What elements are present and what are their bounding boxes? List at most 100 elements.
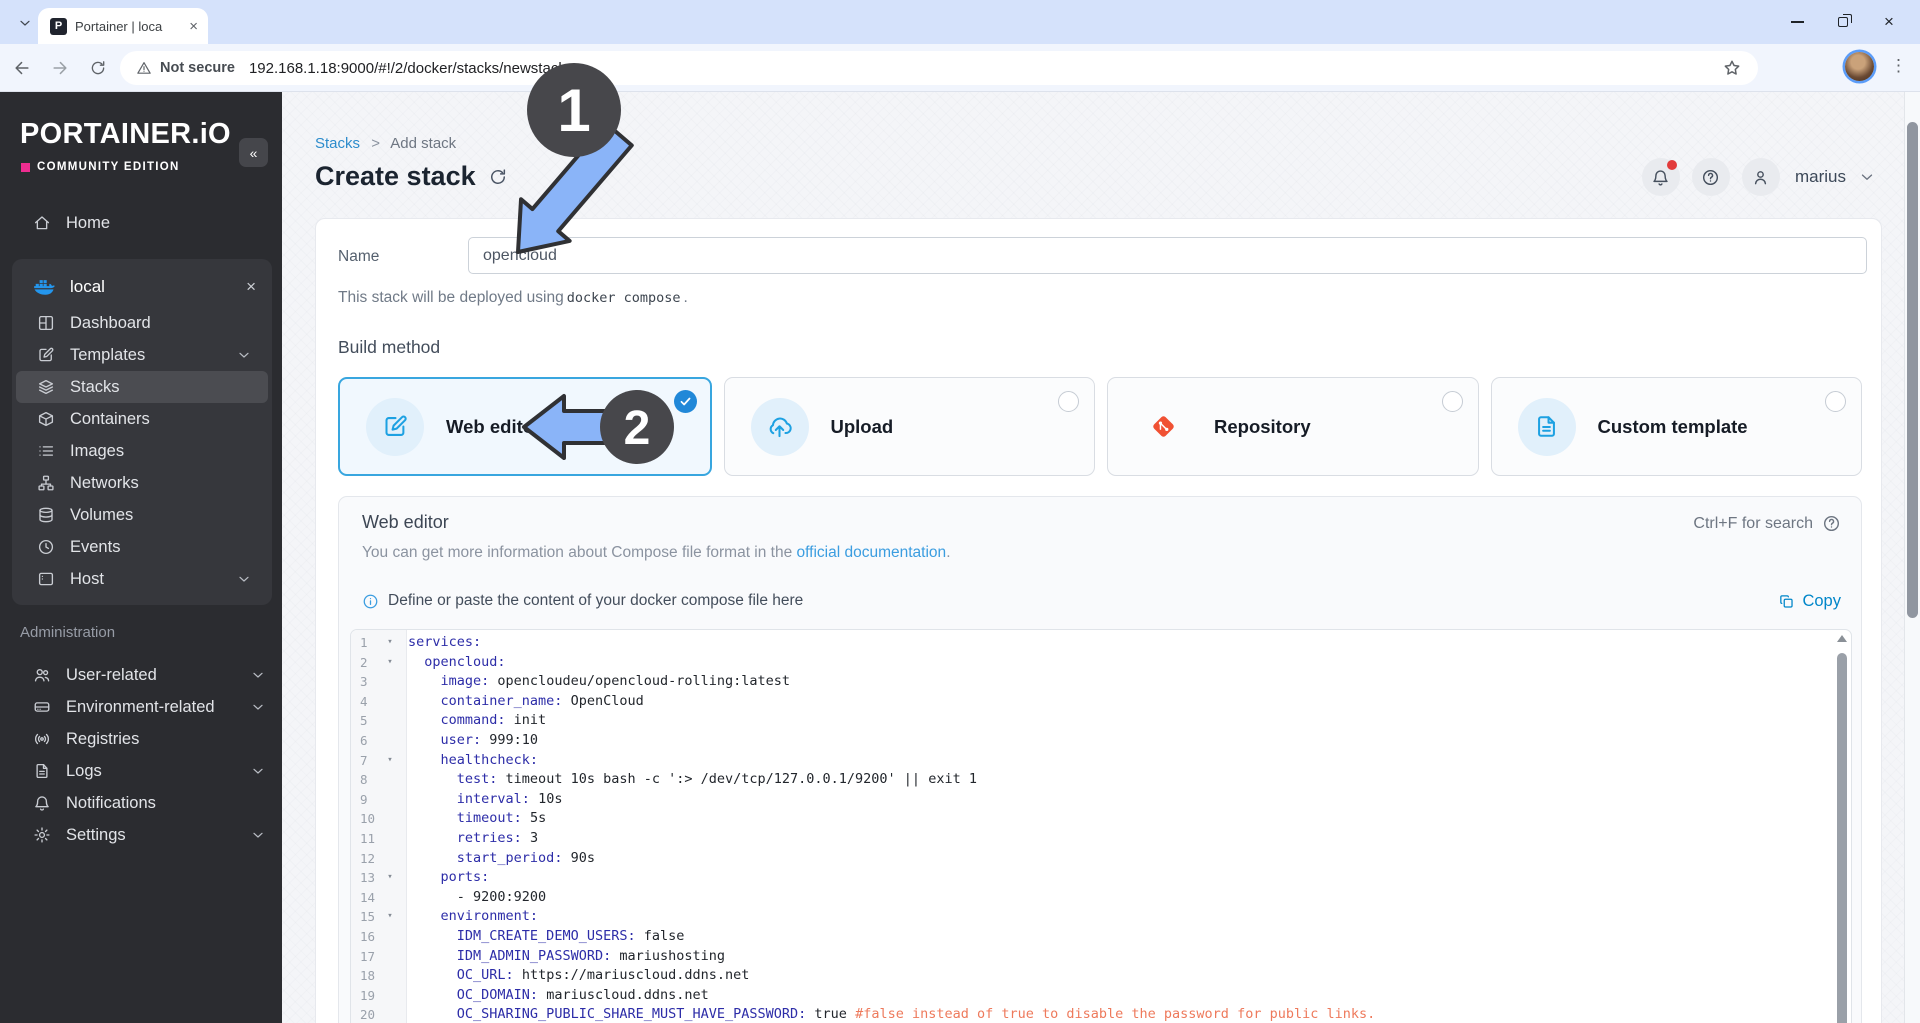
notifications-bell-button[interactable] xyxy=(1641,158,1680,196)
breadcrumb-stacks-link[interactable]: Stacks xyxy=(315,135,360,152)
create-stack-card: Name This stack will be deployed usingdo… xyxy=(315,218,1882,1023)
dashboard-icon xyxy=(36,313,56,333)
radio-button[interactable] xyxy=(1825,391,1846,412)
sidebar-item-label: Environment-related xyxy=(66,697,215,716)
code-text: container_name: OpenCloud xyxy=(440,692,644,709)
sidebar-item-images[interactable]: Images xyxy=(16,435,268,467)
sidebar-collapse-button[interactable]: « xyxy=(239,138,268,167)
window-close-button[interactable]: × xyxy=(1866,0,1912,44)
security-chip[interactable]: Not secure xyxy=(136,60,249,76)
bookmark-star-icon[interactable] xyxy=(1722,58,1742,78)
fold-arrow-icon[interactable]: ▾ xyxy=(381,751,399,771)
help-button[interactable] xyxy=(1691,158,1730,196)
official-documentation-link[interactable]: official documentation xyxy=(797,544,947,561)
sidebar-item-settings[interactable]: Settings xyxy=(0,819,282,851)
line-number: 18 xyxy=(360,968,376,984)
sidebar-item-templates[interactable]: Templates xyxy=(16,339,268,371)
back-button[interactable] xyxy=(2,48,42,88)
sidebar-item-networks[interactable]: Networks xyxy=(16,467,268,499)
editor-scrollbar[interactable] xyxy=(1836,635,1848,1023)
sidebar-item-dashboard[interactable]: Dashboard xyxy=(16,307,268,339)
fold-arrow-icon[interactable]: ▾ xyxy=(381,868,399,888)
sidebar-item-label: Home xyxy=(66,213,111,232)
sidebar-item-notifications[interactable]: Notifications xyxy=(0,787,282,819)
forward-button[interactable] xyxy=(40,48,80,88)
community-edition-label: COMMUNITY EDITION xyxy=(21,161,180,173)
line-number: 20 xyxy=(360,1007,376,1023)
code-text: user: 999:10 xyxy=(440,731,539,748)
security-label: Not secure xyxy=(160,60,235,76)
fold-arrow-icon[interactable]: ▾ xyxy=(381,907,399,927)
build-method-custom-template[interactable]: Custom template xyxy=(1490,377,1862,476)
browser-profile-avatar[interactable] xyxy=(1845,52,1874,81)
question-circle-icon[interactable] xyxy=(1822,514,1841,533)
address-bar[interactable]: Not secure 192.168.1.18:9000/#!/2/docker… xyxy=(120,51,1758,85)
sidebar-item-host[interactable]: Host xyxy=(16,563,268,595)
tab-title: Portainer | loca xyxy=(75,18,163,34)
page-scrollbar-thumb[interactable] xyxy=(1907,122,1918,618)
sidebar-item-registries[interactable]: Registries xyxy=(0,723,282,755)
scrollbar-up-arrow[interactable] xyxy=(1837,635,1847,642)
refresh-icon[interactable] xyxy=(488,167,508,187)
code-line: 3 image: opencloudeu/opencloud-rolling:l… xyxy=(351,672,1833,692)
radio-button[interactable] xyxy=(1441,391,1463,412)
stack-name-input[interactable] xyxy=(468,237,1867,274)
sidebar-item-home[interactable]: Home xyxy=(0,205,282,241)
administration-section-label: Administration xyxy=(20,624,116,641)
environment-icon xyxy=(32,697,52,717)
sidebar-item-label: Notifications xyxy=(66,793,156,812)
chevron-down-icon xyxy=(250,667,266,683)
sidebar-item-label: Registries xyxy=(66,729,140,748)
fold-arrow-icon[interactable]: ▾ xyxy=(381,633,399,653)
code-line: 16 IDM_CREATE_DEMO_USERS: false xyxy=(351,927,1833,947)
line-number: 4 xyxy=(360,693,368,709)
build-method-web-editor[interactable]: Web editor xyxy=(338,377,712,476)
tab-search-chevron-icon[interactable] xyxy=(14,12,36,34)
browser-tab[interactable]: P Portainer | loca × xyxy=(38,8,208,44)
sidebar-environment-local[interactable]: local × xyxy=(12,267,272,307)
web-editor-icon xyxy=(366,397,424,456)
header-actions: marius xyxy=(1641,158,1876,196)
user-avatar[interactable] xyxy=(1741,158,1780,196)
browser-menu-icon[interactable]: ⋮ xyxy=(1890,56,1907,76)
build-method-repository[interactable]: Repository xyxy=(1107,377,1479,476)
fold-arrow-icon[interactable]: ▾ xyxy=(381,653,399,673)
sidebar-item-volumes[interactable]: Volumes xyxy=(16,499,268,531)
sidebar-item-stacks[interactable]: Stacks xyxy=(16,371,268,403)
sidebar-item-logs[interactable]: Logs xyxy=(0,755,282,787)
tab-close-icon[interactable]: × xyxy=(189,19,198,34)
window-minimize-button[interactable] xyxy=(1774,0,1820,44)
sidebar-item-events[interactable]: Events xyxy=(16,531,268,563)
editor-scrollbar-thumb[interactable] xyxy=(1837,653,1847,1023)
reload-button[interactable] xyxy=(78,48,118,88)
radio-button[interactable] xyxy=(1058,391,1079,412)
sidebar-item-user-related[interactable]: User-related xyxy=(0,659,282,691)
sidebar-item-environment-related[interactable]: Environment-related xyxy=(0,691,282,723)
build-method-upload[interactable]: Upload xyxy=(723,377,1095,476)
environment-block: local × Dashboard Templates Stacks Containe… xyxy=(12,259,272,605)
sidebar-item-label: User-related xyxy=(66,665,157,684)
sidebar-item-containers[interactable]: Containers xyxy=(16,403,268,435)
line-number: 10 xyxy=(360,811,376,827)
code-text: IDM_ADMIN_PASSWORD: mariushosting xyxy=(456,947,726,964)
code-line: 15 ▾ environment: xyxy=(351,907,1833,927)
page-scrollbar[interactable] xyxy=(1904,92,1920,1023)
main-content: marius Stacks > Add stack Create stack N… xyxy=(282,92,1904,1023)
environment-close-icon[interactable]: × xyxy=(246,277,256,297)
code-editor[interactable]: 1 ▾ services: 2 ▾ opencloud: 3 image: openclo… xyxy=(350,629,1852,1023)
code-text: OC_URL: https://mariuscloud.ddns.net xyxy=(456,967,750,984)
window-restore-button[interactable] xyxy=(1820,0,1866,44)
copy-button[interactable]: Copy xyxy=(1778,592,1841,611)
user-menu-chevron-icon[interactable] xyxy=(1858,168,1876,186)
notifications-icon xyxy=(32,793,52,813)
